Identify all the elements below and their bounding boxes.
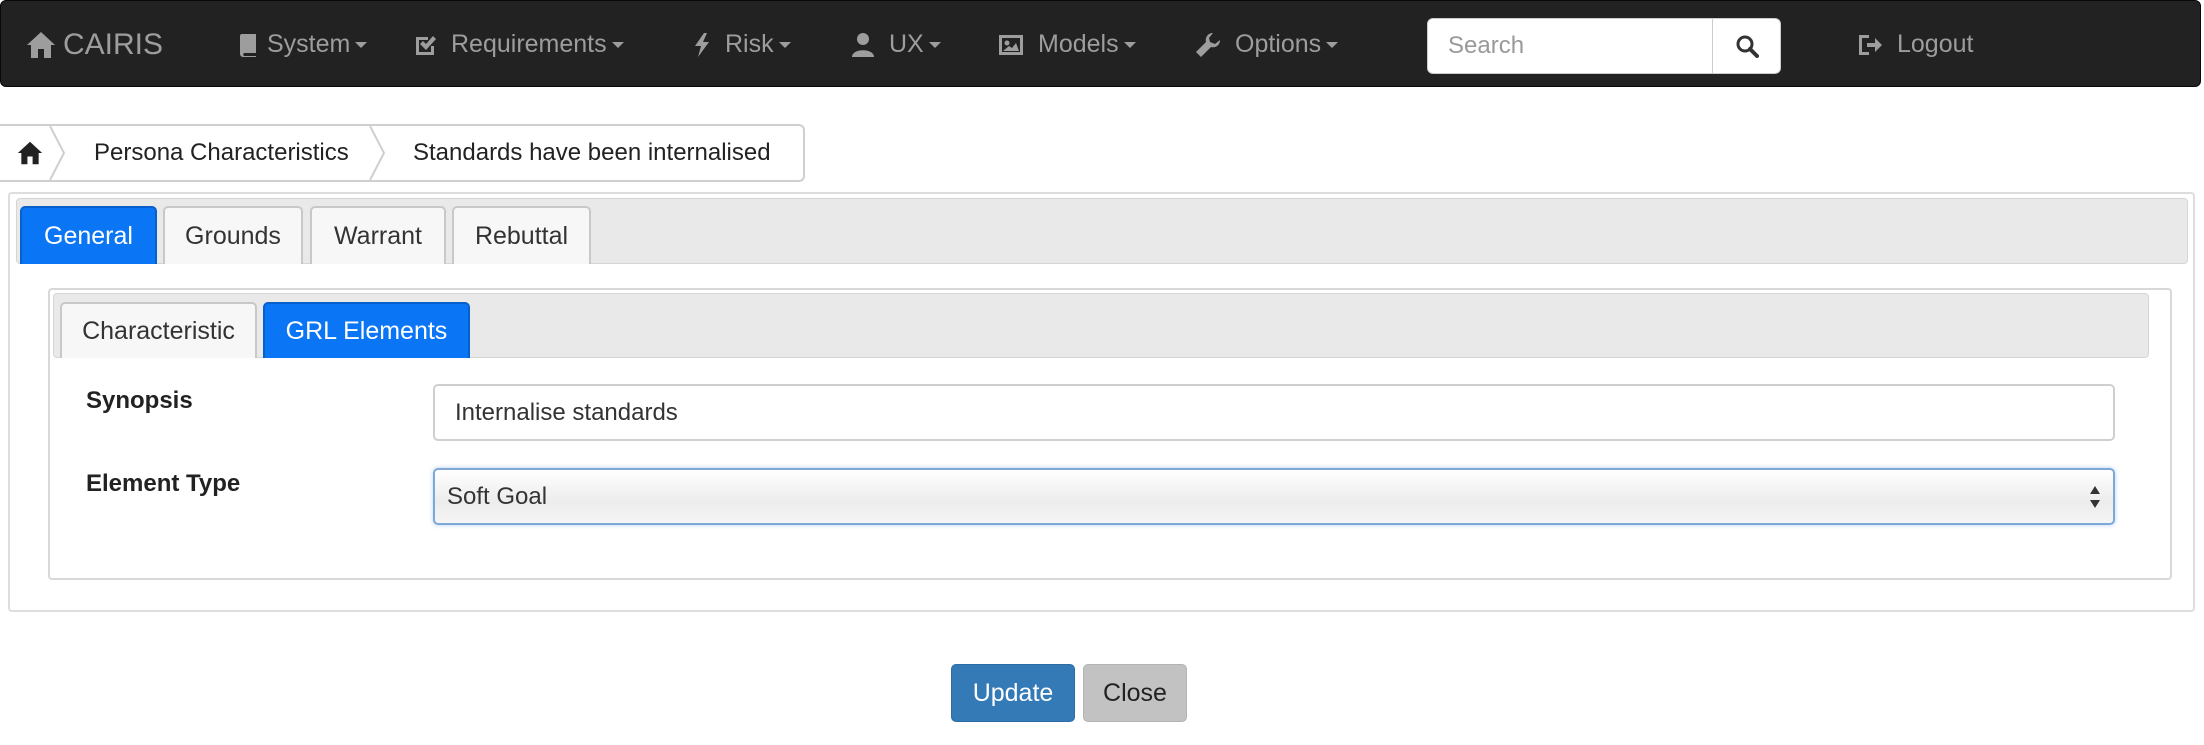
- home-icon: [17, 141, 43, 165]
- element-type-label: Element Type: [86, 470, 241, 497]
- chevron-down-icon: [355, 41, 368, 48]
- menu-options-label: Options: [1235, 30, 1322, 58]
- picture-icon: [999, 34, 1023, 55]
- menu-ux[interactable]: UX: [851, 1, 941, 88]
- element-type-value: Soft Goal: [447, 482, 548, 510]
- breadcrumb-item-persona-characteristics[interactable]: Persona Characteristics: [94, 126, 349, 180]
- search-group: [1427, 18, 1781, 74]
- breadcrumb-label: Persona Characteristics: [94, 139, 349, 166]
- update-button-label: Update: [972, 678, 1054, 707]
- tab-rebuttal-label: Rebuttal: [474, 221, 569, 250]
- search-button[interactable]: [1713, 18, 1781, 74]
- logout-link[interactable]: Logout: [1857, 1, 1973, 88]
- menu-risk-label: Risk: [725, 30, 774, 58]
- breadcrumb: Persona Characteristics Standards have b…: [0, 124, 805, 182]
- menu-models[interactable]: Models: [998, 1, 1136, 88]
- user-icon: [852, 32, 874, 57]
- check-square-icon: [416, 35, 436, 55]
- tab-rebuttal[interactable]: Rebuttal: [452, 206, 591, 264]
- tab-characteristic[interactable]: Characteristic: [60, 302, 257, 358]
- menu-requirements-label: Requirements: [451, 30, 607, 58]
- menu-system-label: System: [267, 30, 351, 58]
- chevron-down-icon: [1123, 41, 1136, 48]
- logout-icon: [1859, 34, 1882, 55]
- tab-grounds[interactable]: Grounds: [163, 206, 303, 264]
- tab-warrant-label: Warrant: [334, 221, 422, 250]
- tab-general-label: General: [44, 221, 133, 250]
- tab-characteristic-label: Characteristic: [82, 316, 235, 345]
- menu-models-label: Models: [1038, 30, 1119, 58]
- synopsis-field[interactable]: Internalise standards: [433, 384, 2115, 441]
- top-navbar: CAIRIS System Requirements Risk UX Model…: [0, 0, 2201, 87]
- close-button-label: Close: [1103, 678, 1167, 707]
- breadcrumb-separator: [369, 126, 386, 180]
- menu-ux-label: UX: [889, 30, 924, 58]
- breadcrumb-home[interactable]: [16, 126, 44, 180]
- chevron-down-icon: [928, 41, 941, 48]
- home-icon: [27, 31, 55, 58]
- breadcrumb-separator: [49, 126, 66, 180]
- breadcrumb-label: Standards have been internalised: [413, 139, 771, 166]
- book-icon: [240, 33, 256, 57]
- chevron-down-icon: [1326, 41, 1339, 48]
- select-arrows-icon: [2090, 486, 2100, 508]
- breadcrumb-item-current: Standards have been internalised: [413, 126, 771, 180]
- menu-risk[interactable]: Risk: [693, 1, 791, 88]
- brand-link[interactable]: CAIRIS: [25, 1, 163, 88]
- tab-grl-elements-label: GRL Elements: [285, 316, 448, 345]
- bolt-icon: [695, 32, 709, 57]
- element-type-select[interactable]: Soft Goal: [433, 468, 2115, 525]
- brand-label: CAIRIS: [63, 27, 164, 61]
- search-icon: [1736, 35, 1759, 58]
- update-button[interactable]: Update: [951, 664, 1075, 722]
- close-button[interactable]: Close: [1083, 664, 1187, 722]
- synopsis-value: Internalise standards: [455, 398, 678, 426]
- tab-warrant[interactable]: Warrant: [310, 206, 446, 264]
- chevron-down-icon: [611, 41, 624, 48]
- menu-system[interactable]: System: [239, 1, 368, 88]
- search-input[interactable]: [1427, 18, 1713, 74]
- menu-requirements[interactable]: Requirements: [413, 1, 624, 88]
- menu-options[interactable]: Options: [1195, 1, 1339, 88]
- tab-grounds-label: Grounds: [185, 221, 281, 250]
- wrench-icon: [1196, 32, 1221, 57]
- tab-general[interactable]: General: [20, 206, 157, 264]
- tab-grl-elements[interactable]: GRL Elements: [263, 302, 470, 358]
- logout-label: Logout: [1897, 30, 1974, 58]
- chevron-down-icon: [778, 41, 791, 48]
- synopsis-label: Synopsis: [86, 387, 193, 414]
